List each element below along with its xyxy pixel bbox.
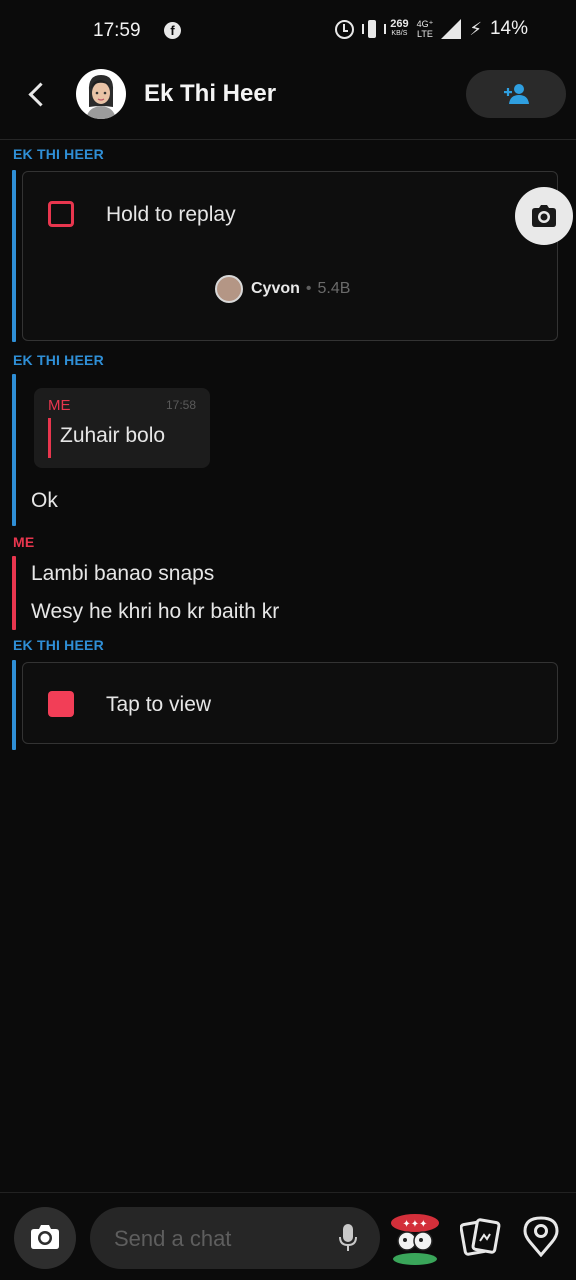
camera-button[interactable] [14,1207,76,1269]
opened-snap-icon [48,201,74,227]
message-accent-bar [12,374,16,526]
quote-timestamp: 17:58 [165,398,196,412]
charging-icon: ⚡ [469,18,482,39]
camera-icon [532,205,556,227]
quoted-message[interactable]: ME 17:58 Zuhair bolo [34,388,210,468]
chat-header: Ek Thi Heer [0,62,576,140]
snap-status-label: Hold to replay [106,203,236,226]
message-text[interactable]: Lambi banao snaps [31,562,214,586]
camera-icon [31,1225,59,1249]
contact-name[interactable]: Ek Thi Heer [144,80,276,108]
message-accent-bar [12,556,16,630]
message-text[interactable]: Ok [31,489,58,513]
message-text[interactable]: Wesy he khri ho kr baith kr [31,600,279,624]
quote-accent-bar [48,418,51,458]
chat-input[interactable]: Send a chat [90,1207,380,1269]
lens-creator-avatar [215,275,243,303]
snap-replay-card[interactable]: Hold to replay Cyvon • 5.4B [22,171,573,341]
memories-icon[interactable] [460,1217,502,1257]
snap-view-card[interactable]: Tap to view [22,662,558,744]
message-accent-bar [12,660,16,750]
facebook-icon: f [164,22,181,39]
svg-text:✦✦✦: ✦✦✦ [402,1219,427,1230]
snap-status-label: Tap to view [106,693,212,716]
quote-text: Zuhair bolo [60,424,166,447]
battery-level: 14% [489,18,528,39]
message-accent-bar [12,170,16,342]
add-friend-button[interactable] [466,70,566,118]
sender-label: ME [13,534,35,550]
back-icon[interactable] [24,80,54,110]
avatar[interactable] [76,69,126,119]
sticker-icon[interactable]: ✦✦✦ [388,1209,442,1267]
lens-views: 5.4B [317,280,351,297]
lens-name: Cyvon [251,280,300,297]
sender-label: EK THI HEER [13,352,104,368]
signal-icon [441,19,462,39]
network-type: 4G⁺ LTE [416,19,434,39]
add-friend-icon [504,84,529,104]
new-snap-icon [48,691,74,717]
status-time: 17:59 [93,20,141,41]
network-speed: 269 KB/S [390,18,409,38]
quote-sender: ME [48,397,71,414]
alarm-icon [335,19,355,39]
vibrate-icon [362,20,387,38]
separator-dot: • [305,280,312,297]
sender-label: EK THI HEER [13,146,104,162]
status-bar: 17:59 f 269 KB/S 4G⁺ LTE ⚡ 14% [0,0,576,62]
lens-pin-icon[interactable] [522,1215,560,1257]
chat-input-placeholder: Send a chat [114,1226,232,1251]
mic-icon[interactable] [338,1223,358,1253]
lens-attribution[interactable]: Cyvon • 5.4B [215,275,350,303]
reply-camera-button[interactable] [515,187,573,245]
sender-label: EK THI HEER [13,637,104,653]
composer-bar: Send a chat ✦✦✦ [0,1192,576,1280]
